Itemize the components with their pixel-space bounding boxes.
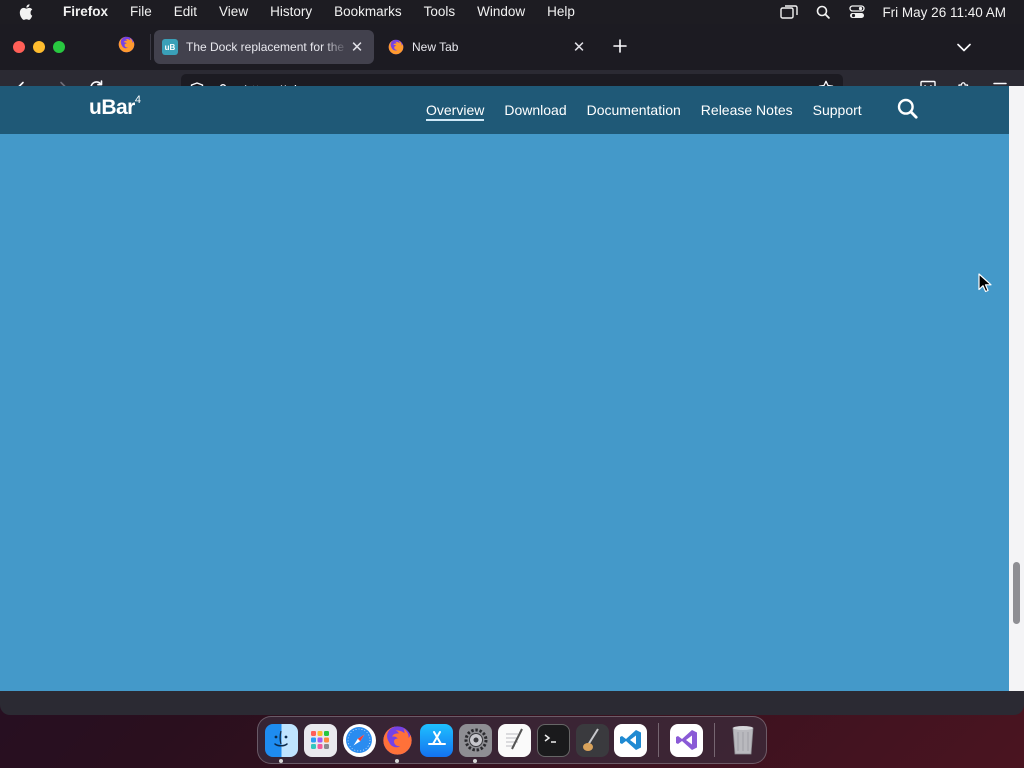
dock-item-firefox[interactable] xyxy=(378,716,417,764)
spotlight-search-icon[interactable] xyxy=(806,0,840,24)
menu-help[interactable]: Help xyxy=(536,0,586,24)
system-settings-icon xyxy=(459,723,493,757)
window-minimize-button[interactable] xyxy=(33,41,45,53)
dock-separator xyxy=(658,723,660,757)
site-navigation: Overview Download Documentation Release … xyxy=(416,86,872,134)
apple-menu-icon[interactable] xyxy=(0,4,52,20)
menu-tools[interactable]: Tools xyxy=(413,0,467,24)
menu-file[interactable]: File xyxy=(119,0,163,24)
menu-bar-clock[interactable]: Fri May 26 11:40 AM xyxy=(874,5,1024,20)
search-icon xyxy=(897,98,918,124)
dock-item-instruments[interactable] xyxy=(573,716,612,764)
menu-history[interactable]: History xyxy=(259,0,323,24)
vscode-icon xyxy=(614,723,648,757)
dock-item-launchpad[interactable] xyxy=(301,716,340,764)
dock-item-visual-studio[interactable] xyxy=(667,716,706,764)
close-icon[interactable]: ✕ xyxy=(570,38,588,56)
tab-title: New Tab xyxy=(412,40,459,54)
menu-bookmarks[interactable]: Bookmarks xyxy=(323,0,413,24)
dock xyxy=(257,716,767,764)
nav-link-documentation[interactable]: Documentation xyxy=(577,86,691,134)
pinned-tab-firefox[interactable] xyxy=(104,32,148,62)
tab-strip: uB The Dock replacement for the Mac ✕ Ne… xyxy=(0,24,1024,70)
tab-separator xyxy=(150,34,151,60)
running-indicator xyxy=(279,759,283,763)
window-close-button[interactable] xyxy=(13,41,25,53)
trash-icon xyxy=(726,724,759,757)
nav-link-overview[interactable]: Overview xyxy=(416,86,494,134)
visual-studio-icon xyxy=(670,723,704,757)
terminal-icon xyxy=(536,723,570,757)
dock-item-textedit[interactable] xyxy=(495,716,534,764)
firefox-icon xyxy=(381,724,414,757)
site-header: uBar4 Overview Download Documentation Re… xyxy=(0,86,1009,134)
scrollbar-thumb[interactable] xyxy=(1013,562,1020,624)
ubar-favicon-icon: uB xyxy=(162,39,178,55)
chevron-down-icon xyxy=(957,39,971,57)
app-store-icon xyxy=(420,723,454,757)
dock-item-terminal[interactable] xyxy=(534,716,573,764)
logo-text: uBar xyxy=(89,96,135,119)
nav-link-support[interactable]: Support xyxy=(803,86,872,134)
running-indicator xyxy=(473,759,478,763)
dock-item-system-settings[interactable] xyxy=(456,716,495,764)
screen-mirroring-icon[interactable] xyxy=(772,0,806,24)
ubar-logo[interactable]: uBar4 xyxy=(89,94,141,120)
finder-icon xyxy=(264,723,298,757)
menu-edit[interactable]: Edit xyxy=(163,0,208,24)
tab-ubar[interactable]: uB The Dock replacement for the Mac ✕ xyxy=(154,30,374,64)
tab-title: The Dock replacement for the Mac xyxy=(186,40,348,54)
logo-version: 4 xyxy=(134,94,141,106)
safari-icon xyxy=(342,723,376,757)
page-scrollbar[interactable] xyxy=(1009,86,1024,691)
launchpad-icon xyxy=(303,723,337,757)
new-tab-button[interactable] xyxy=(608,36,632,60)
plus-icon xyxy=(613,38,627,58)
textedit-icon xyxy=(497,723,531,757)
menu-bar: Firefox File Edit View History Bookmarks… xyxy=(0,0,1024,24)
menu-window[interactable]: Window xyxy=(466,0,536,24)
menu-app-firefox[interactable]: Firefox xyxy=(52,0,119,24)
firefox-icon xyxy=(118,36,135,58)
dock-item-finder[interactable] xyxy=(262,716,301,764)
dock-item-app-store[interactable] xyxy=(417,716,456,764)
nav-link-download[interactable]: Download xyxy=(494,86,576,134)
tab-new-tab[interactable]: New Tab ✕ xyxy=(380,30,596,64)
control-center-icon[interactable] xyxy=(840,0,874,24)
menu-view[interactable]: View xyxy=(208,0,259,24)
close-icon[interactable]: ✕ xyxy=(348,38,366,56)
running-indicator xyxy=(395,759,400,763)
dock-item-vscode[interactable] xyxy=(611,716,650,764)
mouse-pointer-icon xyxy=(978,273,992,298)
web-page-content[interactable]: uBar4 Overview Download Documentation Re… xyxy=(0,86,1009,691)
dock-separator xyxy=(714,723,716,757)
site-search-button[interactable] xyxy=(894,98,920,124)
firefox-icon xyxy=(388,39,404,55)
nav-link-release-notes[interactable]: Release Notes xyxy=(691,86,803,134)
dock-item-safari[interactable] xyxy=(340,716,379,764)
window-zoom-button[interactable] xyxy=(53,41,65,53)
instruments-icon xyxy=(575,723,609,757)
list-all-tabs-button[interactable] xyxy=(952,36,976,60)
dock-item-trash[interactable] xyxy=(723,716,762,764)
